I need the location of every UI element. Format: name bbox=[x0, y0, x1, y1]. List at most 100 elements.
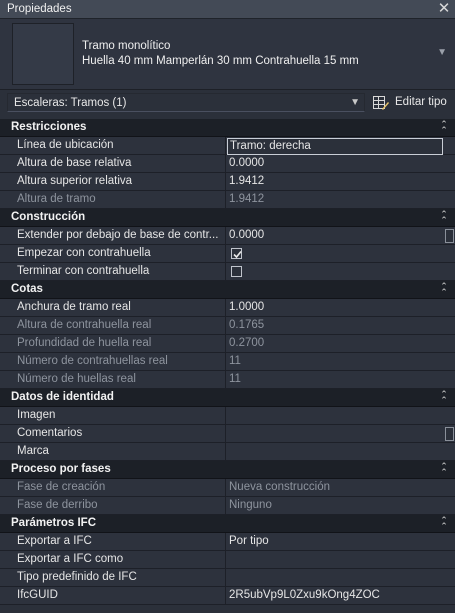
edit-type-label: Editar tipo bbox=[395, 96, 447, 108]
property-name: Número de contrahuellas real bbox=[11, 353, 226, 371]
property-value[interactable] bbox=[227, 551, 445, 569]
group-title: Construcción bbox=[11, 211, 86, 223]
end-with-riser-checkbox[interactable] bbox=[231, 266, 242, 277]
property-name: Comentarios bbox=[11, 425, 226, 443]
properties-grid: Restricciones ⌃ ⌃ Línea de ubicación Tram… bbox=[0, 119, 455, 613]
property-value bbox=[227, 245, 445, 263]
property-row[interactable]: Terminar con contrahuella bbox=[0, 263, 455, 281]
group-title: Parámetros IFC bbox=[11, 517, 97, 529]
group-header-ifc[interactable]: Parámetros IFC ⌃ ⌃ bbox=[0, 515, 455, 533]
filter-bar: Escaleras: Tramos (1) ▼ Editar tipo bbox=[0, 90, 455, 116]
property-name: Número de huellas real bbox=[11, 371, 226, 389]
property-row[interactable]: Altura de base relativa 0.0000 bbox=[0, 155, 455, 173]
property-row[interactable]: Empezar con contrahuella bbox=[0, 245, 455, 263]
property-row[interactable]: Altura superior relativa 1.9412 bbox=[0, 173, 455, 191]
property-name: Altura de contrahuella real bbox=[11, 317, 226, 335]
property-row[interactable]: IfcGUID 2R5ubVp9L0Zxu9kOng4ZOC bbox=[0, 587, 455, 605]
property-row: Fase de derribo Ninguno bbox=[0, 497, 455, 515]
property-name: Empezar con contrahuella bbox=[11, 245, 226, 263]
type-selector[interactable]: Tramo monolítico Huella 40 mm Mamperlán … bbox=[0, 19, 455, 90]
group-title: Proceso por fases bbox=[11, 463, 111, 475]
group-title: Restricciones bbox=[11, 121, 87, 133]
property-row: Número de huellas real 11 bbox=[0, 371, 455, 389]
property-row[interactable]: Extender por debajo de base de contr... … bbox=[0, 227, 455, 245]
group-title: Datos de identidad bbox=[11, 391, 114, 403]
property-value: 11 bbox=[229, 355, 241, 367]
property-value[interactable]: 0.0000 bbox=[227, 227, 445, 245]
collapse-icon[interactable]: ⌃ ⌃ bbox=[439, 516, 449, 531]
checkmark-icon bbox=[233, 250, 242, 259]
property-row[interactable]: Exportar a IFC como bbox=[0, 551, 455, 569]
property-value: 0.2700 bbox=[229, 337, 265, 349]
property-name: Fase de derribo bbox=[11, 497, 226, 515]
property-row: Altura de contrahuella real 0.1765 bbox=[0, 317, 455, 335]
property-value: 0.1765 bbox=[229, 319, 265, 331]
property-name: Marca bbox=[11, 443, 226, 461]
property-value[interactable]: 1.9412 bbox=[227, 173, 445, 191]
property-name: Altura superior relativa bbox=[11, 173, 226, 191]
begin-with-riser-checkbox[interactable] bbox=[231, 248, 242, 259]
property-row[interactable]: Línea de ubicación Tramo: derecha bbox=[0, 137, 455, 155]
property-value[interactable] bbox=[227, 425, 445, 443]
property-name: Altura de tramo bbox=[11, 191, 226, 209]
instance-filter-label: Escaleras: Tramos (1) bbox=[14, 97, 127, 109]
edit-type-button[interactable]: Editar tipo bbox=[371, 94, 451, 112]
group-title: Cotas bbox=[11, 283, 43, 295]
group-header-construccion[interactable]: Construcción ⌃ ⌃ bbox=[0, 209, 455, 227]
group-header-restricciones[interactable]: Restricciones ⌃ ⌃ bbox=[0, 119, 455, 137]
associate-parameter-button[interactable] bbox=[445, 229, 454, 243]
property-name: Altura de base relativa bbox=[11, 155, 226, 173]
associate-parameter-button[interactable] bbox=[445, 427, 454, 441]
property-value[interactable]: 1.0000 bbox=[227, 299, 445, 317]
group-header-cotas[interactable]: Cotas ⌃ ⌃ bbox=[0, 281, 455, 299]
property-value[interactable]: 0.0000 bbox=[227, 155, 445, 173]
collapse-icon[interactable]: ⌃ ⌃ bbox=[439, 282, 449, 297]
type-name: Tramo monolítico bbox=[82, 40, 171, 52]
property-name: Exportar a IFC bbox=[11, 533, 226, 551]
property-name: Anchura de tramo real bbox=[11, 299, 226, 317]
property-name: Tipo predefinido de IFC bbox=[11, 569, 226, 587]
property-value: Nueva construcción bbox=[229, 481, 330, 493]
property-value[interactable]: Por tipo bbox=[227, 533, 445, 551]
chevron-down-icon: ▼ bbox=[350, 97, 360, 108]
property-value[interactable]: 2R5ubVp9L0Zxu9kOng4ZOC bbox=[227, 587, 445, 605]
instance-filter-dropdown[interactable]: Escaleras: Tramos (1) ▼ bbox=[7, 93, 365, 112]
collapse-icon[interactable]: ⌃ ⌃ bbox=[439, 462, 449, 477]
property-row[interactable]: Marca bbox=[0, 443, 455, 461]
property-name: IfcGUID bbox=[11, 587, 226, 605]
window-title: Propiedades bbox=[7, 3, 72, 15]
property-row: Fase de creación Nueva construcción bbox=[0, 479, 455, 497]
property-row: Altura de tramo 1.9412 bbox=[0, 191, 455, 209]
chevron-down-icon: ▼ bbox=[437, 47, 447, 58]
property-value[interactable] bbox=[227, 407, 445, 425]
group-header-identidad[interactable]: Datos de identidad ⌃ ⌃ bbox=[0, 389, 455, 407]
close-icon[interactable]: ✕ bbox=[437, 0, 451, 18]
property-row[interactable]: Anchura de tramo real 1.0000 bbox=[0, 299, 455, 317]
property-row[interactable]: Comentarios bbox=[0, 425, 455, 443]
collapse-icon[interactable]: ⌃ ⌃ bbox=[439, 210, 449, 225]
edit-type-icon bbox=[373, 96, 389, 110]
property-row: Profundidad de huella real 0.2700 bbox=[0, 335, 455, 353]
property-name: Exportar a IFC como bbox=[11, 551, 226, 569]
type-preview-image bbox=[12, 23, 74, 85]
property-value: Ninguno bbox=[229, 499, 272, 511]
collapse-icon[interactable]: ⌃ ⌃ bbox=[439, 120, 449, 135]
property-row: Número de contrahuellas real 11 bbox=[0, 353, 455, 371]
property-name: Fase de creación bbox=[11, 479, 226, 497]
property-name: Extender por debajo de base de contr... bbox=[11, 227, 226, 245]
location-line-field[interactable]: Tramo: derecha bbox=[227, 138, 443, 155]
property-value: 11 bbox=[229, 373, 241, 385]
property-row[interactable]: Exportar a IFC Por tipo bbox=[0, 533, 455, 551]
property-value bbox=[227, 263, 445, 281]
group-header-fases[interactable]: Proceso por fases ⌃ ⌃ bbox=[0, 461, 455, 479]
property-value[interactable] bbox=[227, 443, 445, 461]
title-bar: Propiedades ✕ bbox=[0, 0, 455, 19]
property-name: Imagen bbox=[11, 407, 226, 425]
property-row[interactable]: Tipo predefinido de IFC bbox=[0, 569, 455, 587]
type-description: Huella 40 mm Mamperlán 30 mm Contrahuell… bbox=[82, 55, 359, 67]
property-name: Terminar con contrahuella bbox=[11, 263, 226, 281]
property-value[interactable] bbox=[227, 569, 445, 587]
property-value: 1.9412 bbox=[229, 193, 265, 205]
property-row[interactable]: Imagen bbox=[0, 407, 455, 425]
collapse-icon[interactable]: ⌃ ⌃ bbox=[439, 390, 449, 405]
